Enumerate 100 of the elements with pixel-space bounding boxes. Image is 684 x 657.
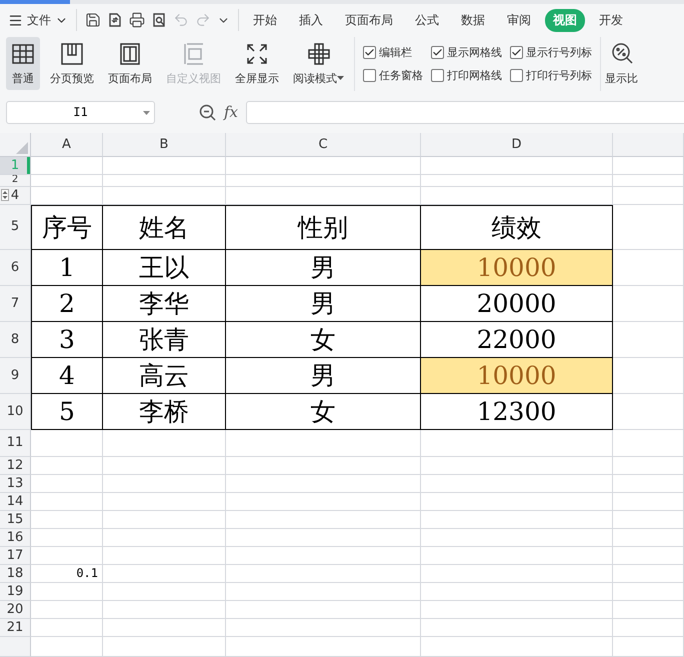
grid-cell (613, 474, 684, 493)
table-cell: 5 (31, 394, 103, 430)
ribbon-tab[interactable]: 公式 (407, 8, 447, 32)
checkbox-label[interactable]: 打印网格线 (447, 68, 502, 83)
checkbox-label[interactable]: 编辑栏 (379, 44, 412, 60)
table-cell: 男 (226, 250, 421, 286)
grid-cell (31, 582, 103, 601)
row-header[interactable]: 16 (0, 528, 31, 547)
row-header[interactable]: 11 (0, 430, 31, 457)
grid-cell (613, 564, 684, 583)
ribbon-tab[interactable]: 开始 (245, 8, 285, 32)
formula-input[interactable] (246, 100, 684, 124)
grid-cell (613, 204, 684, 250)
table-cell: 男 (226, 358, 421, 394)
row-header[interactable]: 10 (0, 394, 31, 430)
table-cell: 2 (31, 286, 103, 322)
ribbon-tab[interactable]: 审阅 (499, 8, 539, 32)
checkbox-label[interactable]: 打印行号列标 (526, 68, 592, 83)
row-header[interactable]: 15 (0, 510, 31, 529)
ribbon-tab[interactable]: 开发 (591, 8, 631, 32)
table-cell: 序号 (31, 204, 103, 250)
grid-cell (31, 636, 103, 657)
view-button[interactable]: 页面布局 (104, 37, 156, 90)
row-header[interactable]: 20 (0, 600, 31, 619)
grid-cell (31, 474, 103, 493)
expand-rows-button[interactable] (1, 188, 9, 201)
checkbox[interactable] (510, 68, 523, 82)
grid-cell (613, 600, 684, 619)
column-header[interactable]: D (421, 132, 613, 157)
grid-cell (613, 174, 684, 187)
row-header[interactable]: 12 (0, 456, 31, 475)
grid-cell (31, 618, 103, 637)
grid-cell (31, 600, 103, 619)
grid-cell (613, 528, 684, 547)
row-header[interactable]: 13 (0, 474, 31, 493)
zoom-out-icon[interactable] (199, 104, 216, 121)
checkbox[interactable] (431, 46, 444, 59)
check-icon (432, 46, 443, 58)
view-button[interactable]: 普通 (6, 37, 40, 90)
grid-cell (31, 156, 103, 175)
table-cell: 12300 (421, 394, 613, 430)
grid-cell (613, 510, 684, 529)
name-box[interactable]: I1 (6, 100, 155, 124)
zoom-button[interactable]: 显示比 (601, 37, 642, 90)
table-cell: 性别 (226, 204, 421, 250)
ribbon-tab[interactable]: 数据 (453, 8, 493, 32)
checkbox[interactable] (431, 68, 444, 82)
checkbox[interactable] (363, 68, 376, 82)
grid-cell (31, 528, 103, 547)
menu-icon (8, 12, 23, 28)
grid-cell (613, 322, 684, 358)
file-menu[interactable]: 文件 (6, 10, 70, 31)
view-button[interactable]: 阅读模式 (289, 37, 348, 90)
column-header[interactable]: B (103, 132, 226, 157)
ribbon-tab[interactable]: 页面布局 (337, 8, 401, 32)
grid-cell (613, 358, 684, 394)
table-cell: 姓名 (103, 204, 226, 250)
function-label[interactable]: fx (224, 103, 238, 122)
checkbox-label[interactable]: 显示网格线 (447, 44, 502, 60)
table-cell: 男 (226, 286, 421, 322)
table-cell: 20000 (421, 286, 613, 322)
grid-cell (613, 156, 684, 175)
row-header[interactable]: 8 (0, 322, 31, 358)
checkbox-label[interactable]: 任务窗格 (379, 68, 423, 83)
checkbox[interactable] (510, 46, 523, 59)
row-header[interactable]: 19 (0, 582, 31, 601)
row-header[interactable]: 14 (0, 492, 31, 511)
row-header[interactable]: 17 (0, 546, 31, 565)
row-header[interactable]: 6 (0, 250, 31, 286)
grid-cell (31, 546, 103, 565)
ribbon-tab[interactable]: 插入 (291, 8, 331, 32)
row-header[interactable]: 2 (0, 174, 31, 187)
view-button[interactable]: 分页预览 (46, 37, 98, 90)
checkbox[interactable] (363, 46, 376, 59)
table-cell: 绩效 (421, 204, 613, 250)
grid-cell (613, 250, 684, 286)
tab-indicator (0, 0, 70, 4)
row-header[interactable]: 18 (0, 564, 31, 583)
grid-cell (613, 546, 684, 565)
row-header[interactable]: 5 (0, 204, 31, 250)
column-header[interactable]: A (31, 132, 103, 157)
table-cell: 0.1 (31, 564, 103, 583)
checkbox-label[interactable]: 显示行号列标 (526, 44, 592, 60)
table-cell: 10000 (421, 358, 613, 394)
table-cell: 李华 (103, 286, 226, 322)
table-cell: 张青 (103, 322, 226, 358)
grid-cell (613, 456, 684, 475)
row-header[interactable]: 7 (0, 286, 31, 322)
row-header[interactable]: 9 (0, 358, 31, 394)
cross-shape-icon (306, 41, 332, 68)
table-cell: 22000 (421, 322, 613, 358)
view-button[interactable]: 全屏显示 (231, 37, 283, 90)
grid-cell (613, 492, 684, 511)
grid-cell (31, 492, 103, 511)
table-cell: 4 (31, 358, 103, 394)
check-icon (364, 46, 375, 58)
row-header[interactable]: 21 (0, 618, 31, 637)
grid-cell (613, 618, 684, 637)
page-break-icon (59, 41, 85, 68)
column-header[interactable]: C (226, 132, 421, 157)
